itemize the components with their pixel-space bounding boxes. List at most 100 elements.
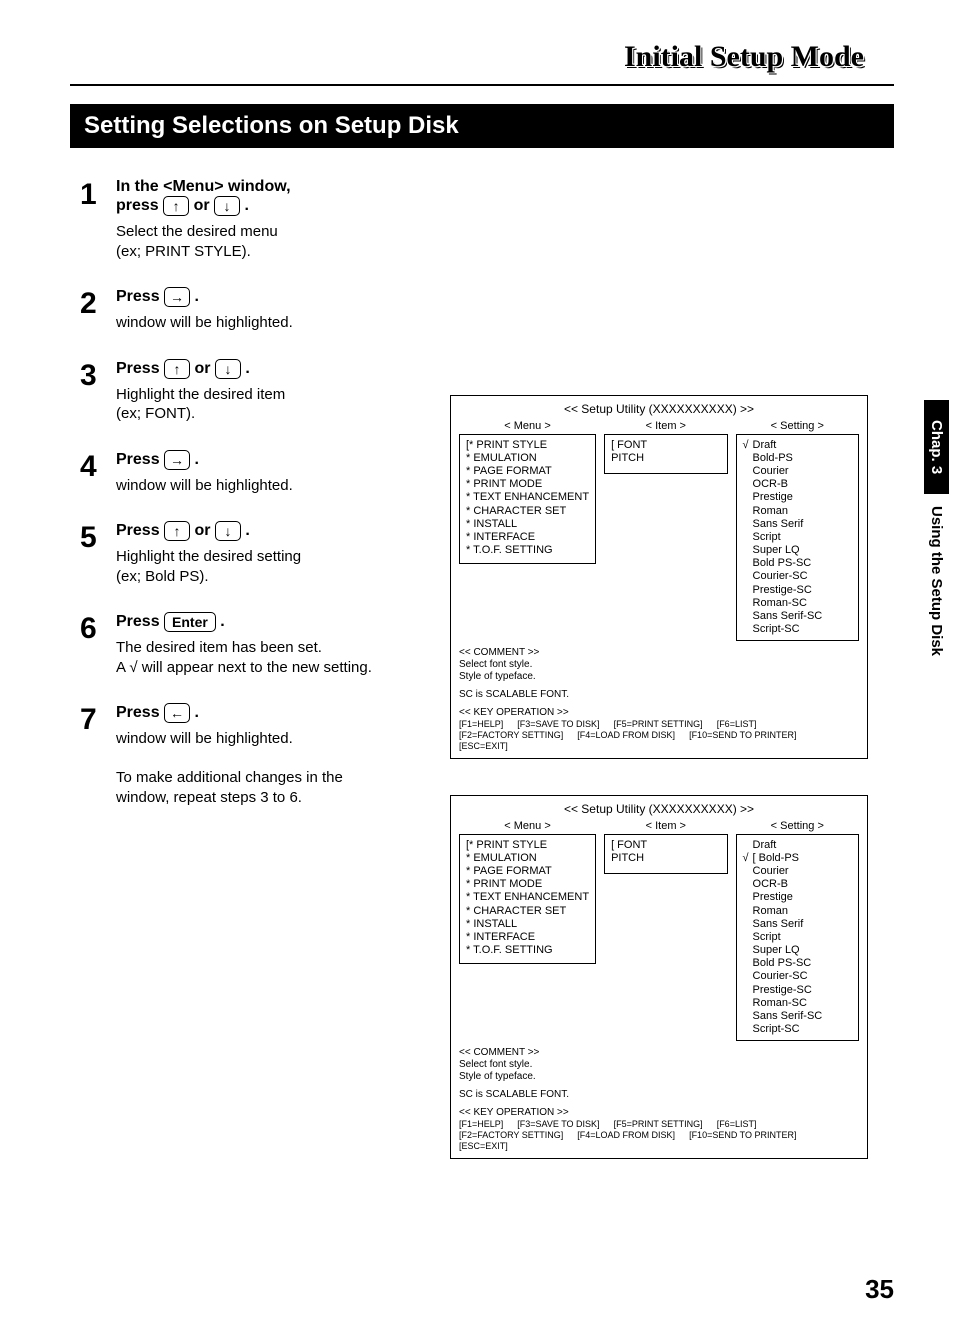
setting-item: Sans Serif — [743, 918, 852, 931]
fkey: [F5=PRINT SETTING] — [614, 719, 703, 730]
keycap-up: ↑ — [164, 521, 190, 541]
utility-title: << Setup Utility (XXXXXXXXXX) >> — [459, 802, 859, 816]
section-title: Setting Selections on Setup Disk — [70, 104, 894, 148]
setting-item: Super LQ — [743, 944, 852, 957]
fkey: [F1=HELP] — [459, 719, 503, 730]
menu-pane: [* PRINT STYLE* EMULATION* PAGE FORMAT* … — [459, 434, 596, 564]
menu-item: * INSTALL — [466, 518, 589, 531]
side-tab: Chap. 3 Using the Setup Disk — [924, 400, 954, 668]
menu-item: * EMULATION — [466, 852, 589, 865]
menu-item: * T.O.F. SETTING — [466, 544, 589, 557]
item-label: < Item > — [604, 420, 727, 433]
setting-item: √Draft — [743, 439, 852, 452]
setting-item: Roman — [743, 505, 852, 518]
menu-item: * INSTALL — [466, 918, 589, 931]
menu-item: * CHARACTER SET — [466, 505, 589, 518]
screenshot-a: << Setup Utility (XXXXXXXXXX) >> < Menu >… — [430, 395, 860, 779]
menu-item: * PAGE FORMAT — [466, 465, 589, 478]
menu-item: * EMULATION — [466, 452, 589, 465]
item-pane: [ FONTPITCH — [604, 834, 727, 874]
step-number: 2 — [80, 287, 116, 321]
menu-item: [* PRINT STYLE — [466, 439, 589, 452]
setting-item: Draft — [743, 839, 852, 852]
mode-title: Initial Setup Mode — [70, 40, 864, 74]
sc-note: SC is SCALABLE FONT. — [459, 689, 859, 701]
setting-item: Prestige-SC — [743, 984, 852, 997]
menu-item: * INTERFACE — [466, 531, 589, 544]
keycap-left: ← — [164, 703, 190, 723]
setting-item: Script — [743, 531, 852, 544]
step-heading: In the <Menu> window,press ↑ or ↓ . — [116, 178, 894, 216]
fkey: [F2=FACTORY SETTING] — [459, 1130, 563, 1141]
menu-item: * CHARACTER SET — [466, 905, 589, 918]
utility-title: << Setup Utility (XXXXXXXXXX) >> — [459, 402, 859, 416]
fkey: [F2=FACTORY SETTING] — [459, 730, 563, 741]
fkey: [F10=SEND TO PRINTER] — [689, 1130, 796, 1141]
setting-item: Bold-PS — [743, 452, 852, 465]
keyop-label: << KEY OPERATION >> — [459, 1107, 859, 1119]
setting-pane: Draft√[ Bold-PSCourierOCR-BPrestigeRoman… — [736, 834, 859, 1042]
step-heading: Press ↑ or ↓ . — [116, 359, 894, 379]
fkey-row: [F1=HELP] [F3=SAVE TO DISK] [F5=PRINT SETT… — [459, 719, 859, 751]
keycap-right: → — [164, 450, 190, 470]
setting-item: √[ Bold-PS — [743, 852, 852, 865]
setting-item: Script-SC — [743, 1023, 852, 1036]
setting-item: Roman-SC — [743, 597, 852, 610]
chapter-subtitle: Using the Setup Disk — [924, 494, 949, 668]
comment-line: Select font style. — [459, 659, 859, 671]
menu-item: * INTERFACE — [466, 931, 589, 944]
setting-item: Script — [743, 931, 852, 944]
setting-item: Script-SC — [743, 623, 852, 636]
keycap-up: ↑ — [163, 196, 189, 216]
comment-line: Style of typeface. — [459, 1071, 859, 1083]
menu-item: * TEXT ENHANCEMENT — [466, 491, 589, 504]
step-number: 3 — [80, 359, 116, 393]
setting-label: < Setting > — [736, 820, 859, 833]
fkey-row: [F1=HELP][F3=SAVE TO DISK][F5=PRINT SETT… — [459, 1119, 859, 1151]
item-item: [ FONT — [611, 439, 720, 452]
setting-item: Sans Serif — [743, 518, 852, 531]
setting-item: Roman — [743, 905, 852, 918]
fkey: [F10=SEND TO PRINTER] — [689, 730, 796, 741]
fkey: [F5=PRINT SETTING] — [614, 1119, 703, 1130]
comment-label: << COMMENT >> — [459, 1047, 859, 1059]
keycap-down: ↓ — [215, 521, 241, 541]
setting-item: Sans Serif-SC — [743, 1010, 852, 1023]
chapter-tab: Chap. 3 — [924, 400, 949, 494]
fkey: [F6=LIST] — [717, 719, 757, 730]
setting-item: Courier-SC — [743, 970, 852, 983]
menu-item: * PRINT MODE — [466, 878, 589, 891]
fkey: [F3=SAVE TO DISK] — [517, 719, 599, 730]
step-note: window will be highlighted. — [116, 313, 894, 333]
setting-item: OCR-B — [743, 878, 852, 891]
setting-item: Super LQ — [743, 544, 852, 557]
item-label: < Item > — [604, 820, 727, 833]
fkey: [F3=SAVE TO DISK] — [517, 1119, 599, 1130]
item-item: PITCH — [611, 852, 720, 865]
comment-line: Style of typeface. — [459, 671, 859, 683]
step: 2Press → . window will be highlighted. — [80, 287, 894, 333]
menu-label: < Menu > — [459, 420, 596, 433]
setting-item: Prestige — [743, 491, 852, 504]
setting-item: Roman-SC — [743, 997, 852, 1010]
menu-label: < Menu > — [459, 820, 596, 833]
sc-note: SC is SCALABLE FONT. — [459, 1089, 859, 1101]
setting-item: Prestige — [743, 891, 852, 904]
comment-line: Select font style. — [459, 1059, 859, 1071]
step-heading: Press → . — [116, 287, 894, 307]
page-number: 35 — [865, 1274, 894, 1305]
setting-item: Bold PS-SC — [743, 957, 852, 970]
setting-item: Courier-SC — [743, 570, 852, 583]
setting-label: < Setting > — [736, 420, 859, 433]
screenshot-b: << Setup Utility (XXXXXXXXXX) >> < Menu >… — [430, 795, 860, 1179]
keycap-up: ↑ — [164, 359, 190, 379]
keyop-label: << KEY OPERATION >> — [459, 707, 859, 719]
rule — [70, 84, 894, 86]
fkey: [ESC=EXIT] — [459, 1141, 508, 1152]
menu-item: * PRINT MODE — [466, 478, 589, 491]
step: 1In the <Menu> window,press ↑ or ↓ .Sele… — [80, 178, 894, 261]
comment-label: << COMMENT >> — [459, 647, 859, 659]
setting-item: Courier — [743, 465, 852, 478]
menu-item: * TEXT ENHANCEMENT — [466, 891, 589, 904]
keycap-enter: Enter — [164, 612, 216, 632]
